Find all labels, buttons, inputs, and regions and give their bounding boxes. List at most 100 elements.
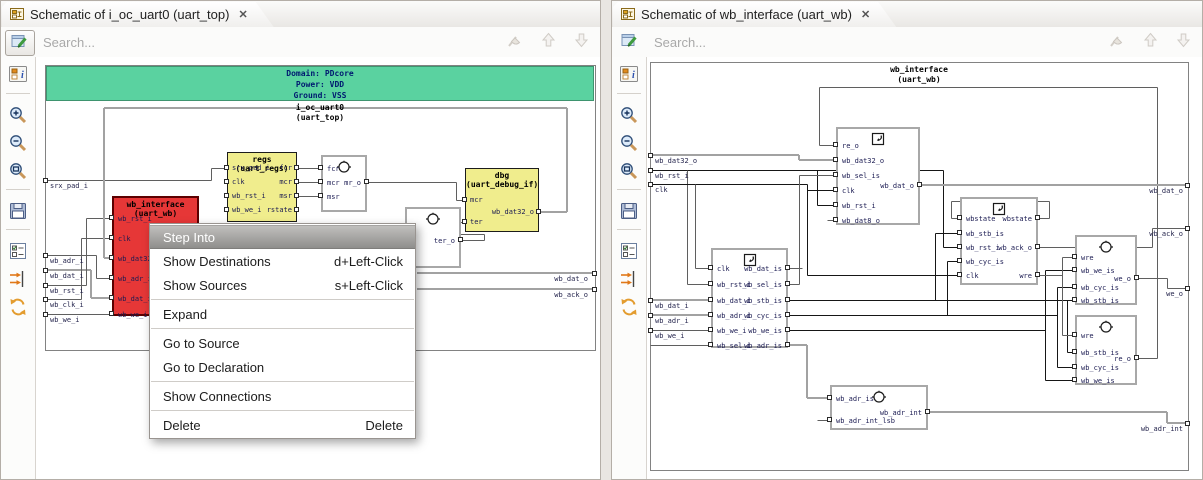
- zoom-out-button[interactable]: [8, 133, 28, 153]
- output-port[interactable]: [785, 265, 790, 270]
- module-block-regs[interactable]: regs (uart_regs) srx_pad_i clk wb_rst_i wb_w…: [227, 152, 297, 222]
- zoom-fit-button[interactable]: [619, 161, 639, 181]
- search-input[interactable]: [41, 30, 375, 54]
- clear-search-icon[interactable]: [505, 31, 524, 54]
- input-port[interactable]: [1072, 254, 1077, 259]
- menu-item-step-into[interactable]: Step Into: [150, 225, 415, 249]
- input-port[interactable]: [957, 230, 962, 235]
- input-port[interactable]: [957, 258, 962, 263]
- input-port[interactable]: [109, 275, 114, 280]
- refresh-button[interactable]: [619, 297, 639, 317]
- output-port[interactable]: [536, 209, 541, 214]
- tab-close-icon[interactable]: ✕: [238, 8, 247, 21]
- boundary-port[interactable]: [1185, 286, 1190, 291]
- input-port[interactable]: [224, 193, 229, 198]
- input-port[interactable]: [833, 157, 838, 162]
- boundary-port[interactable]: [648, 298, 653, 303]
- logic-block[interactable]: wb_adr_is wb_adr_int_lsb wb_adr_int: [830, 385, 928, 430]
- input-port[interactable]: [109, 235, 114, 240]
- input-port[interactable]: [1072, 364, 1077, 369]
- editor-tab-uart-top[interactable]: Schematic of i_oc_uart0 (uart_top) ✕: [2, 2, 274, 27]
- input-port[interactable]: [1072, 284, 1077, 289]
- menu-item-show-connections[interactable]: Show Connections: [150, 384, 415, 408]
- boundary-port[interactable]: [592, 271, 597, 276]
- clear-search-icon[interactable]: [1107, 31, 1126, 54]
- input-port[interactable]: [462, 197, 467, 202]
- menu-item-show-sources[interactable]: Show Sources s+Left-Click: [150, 273, 415, 297]
- output-port[interactable]: [294, 165, 299, 170]
- output-port[interactable]: [925, 409, 930, 414]
- input-port[interactable]: [957, 244, 962, 249]
- input-port[interactable]: [833, 172, 838, 177]
- zoom-in-button[interactable]: [619, 105, 639, 125]
- edit-search-button[interactable]: [616, 30, 644, 54]
- logic-block[interactable]: wre wb_we_is wb_cyc_is wb_stb_is we_o: [1075, 235, 1137, 305]
- zoom-in-button[interactable]: [8, 105, 28, 125]
- input-port[interactable]: [1072, 332, 1077, 337]
- output-port[interactable]: [294, 193, 299, 198]
- input-port[interactable]: [833, 202, 838, 207]
- boundary-port[interactable]: [43, 283, 48, 288]
- boundary-port[interactable]: [1185, 226, 1190, 231]
- save-button[interactable]: [8, 201, 28, 221]
- output-port[interactable]: [294, 207, 299, 212]
- menu-item-go-to-source[interactable]: Go to Source: [150, 331, 415, 355]
- input-port[interactable]: [708, 327, 713, 332]
- output-port[interactable]: [1134, 275, 1139, 280]
- zoom-out-button[interactable]: [619, 133, 639, 153]
- boundary-port[interactable]: [648, 168, 653, 173]
- input-port[interactable]: [318, 193, 323, 198]
- input-port[interactable]: [1072, 297, 1077, 302]
- boundary-port[interactable]: [43, 253, 48, 258]
- logic-block[interactable]: fcr mcr msr mr_o: [321, 155, 367, 212]
- input-port[interactable]: [462, 219, 467, 224]
- boundary-port[interactable]: [648, 313, 653, 318]
- save-button[interactable]: [619, 201, 639, 221]
- output-port[interactable]: [917, 182, 922, 187]
- menu-item-show-destinations[interactable]: Show Destinations d+Left-Click: [150, 249, 415, 273]
- tab-close-icon[interactable]: ✕: [861, 8, 870, 21]
- input-port[interactable]: [318, 179, 323, 184]
- input-port[interactable]: [1072, 349, 1077, 354]
- filter-legend-button[interactable]: [619, 241, 639, 261]
- output-port[interactable]: [458, 237, 463, 242]
- input-port[interactable]: [109, 295, 114, 300]
- input-port[interactable]: [224, 165, 229, 170]
- boundary-port[interactable]: [43, 268, 48, 273]
- input-port[interactable]: [833, 187, 838, 192]
- boundary-port[interactable]: [648, 328, 653, 333]
- boundary-port[interactable]: [592, 287, 597, 292]
- output-port[interactable]: [364, 179, 369, 184]
- register-block[interactable]: wbstate wb_stb_is wb_rst_i wb_cyc_is clk wbst…: [960, 197, 1038, 285]
- refresh-button[interactable]: [8, 297, 28, 317]
- find-previous-icon[interactable]: [1142, 31, 1159, 54]
- output-port[interactable]: [785, 342, 790, 347]
- menu-item-delete[interactable]: Delete Delete: [150, 413, 415, 437]
- output-port[interactable]: [1035, 272, 1040, 277]
- input-port[interactable]: [708, 265, 713, 270]
- output-port[interactable]: [785, 327, 790, 332]
- input-port[interactable]: [109, 311, 114, 316]
- output-port[interactable]: [785, 297, 790, 302]
- input-port[interactable]: [1072, 267, 1077, 272]
- input-port[interactable]: [708, 342, 713, 347]
- module-block-dbg[interactable]: dbg (uart_debug_if) mcr ter wb_dat32_o: [465, 168, 539, 232]
- output-port[interactable]: [785, 281, 790, 286]
- register-block[interactable]: re_o wb_dat32_o wb_sel_is clk wb_rst_i wb_dat…: [836, 127, 920, 225]
- input-port[interactable]: [827, 417, 832, 422]
- logic-block[interactable]: wre wb_stb_is wb_cyc_is wb_we_is re_o: [1075, 315, 1137, 385]
- input-port[interactable]: [833, 142, 838, 147]
- schematic-canvas-uart-wb[interactable]: wb_interface (uart_wb) wb_dat32_o wb_rst_i…: [647, 57, 1202, 479]
- input-port[interactable]: [224, 179, 229, 184]
- input-port[interactable]: [708, 312, 713, 317]
- diagram-properties-button[interactable]: i: [619, 64, 639, 84]
- editor-tab-uart-wb[interactable]: Schematic of wb_interface (uart_wb) ✕: [613, 2, 896, 27]
- menu-item-expand[interactable]: Expand: [150, 302, 415, 326]
- input-port[interactable]: [833, 217, 838, 222]
- filter-legend-button[interactable]: [8, 241, 28, 261]
- boundary-port[interactable]: [648, 182, 653, 187]
- input-port[interactable]: [957, 272, 962, 277]
- input-port[interactable]: [957, 215, 962, 220]
- boundary-port[interactable]: [43, 297, 48, 302]
- output-port[interactable]: [1035, 244, 1040, 249]
